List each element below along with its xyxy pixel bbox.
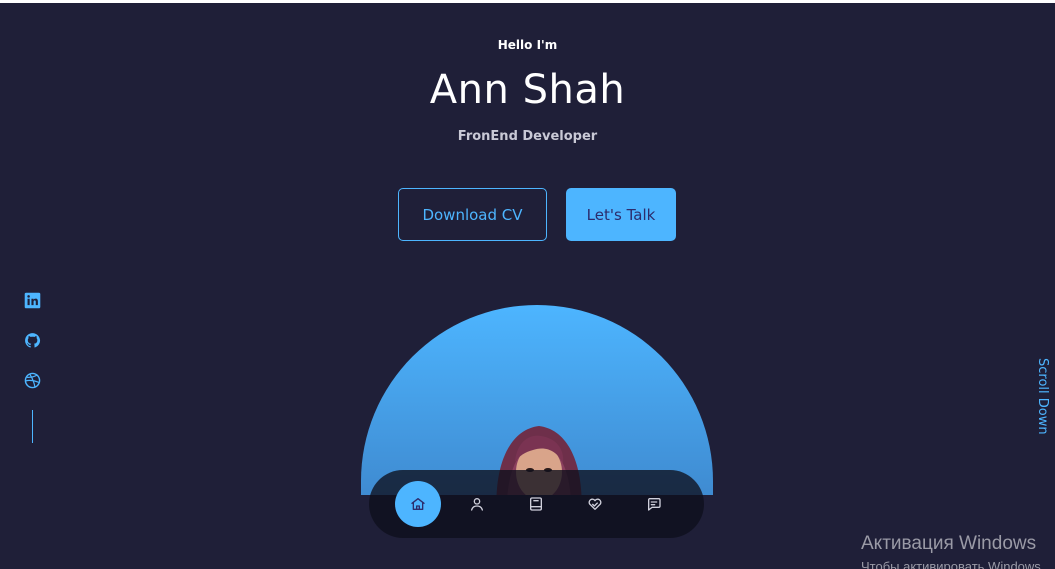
dribbble-icon[interactable] [24,372,41,389]
scroll-down-link[interactable]: Scroll Down [1035,358,1050,435]
nav-contact[interactable] [631,481,677,527]
watermark-subtitle: Чтобы активировать Windows [861,559,1041,569]
download-cv-button[interactable]: Download CV [398,188,547,241]
github-icon[interactable] [24,332,41,349]
linkedin-icon[interactable] [24,292,41,309]
message-icon [647,498,661,511]
greeting-text: Hello I'm [497,38,558,52]
portfolio-page: Hello I'm Ann Shah FronEnd Developer Dow… [0,3,1055,569]
nav-about[interactable] [454,481,500,527]
watermark-title: Активация Windows [861,533,1037,554]
lets-talk-button[interactable]: Let's Talk [566,188,676,241]
services-icon [588,498,602,510]
hero-role: FronEnd Developer [457,129,598,144]
windows-activation-watermark: Активация Windows Чтобы активировать Win… [861,533,1041,569]
user-icon [471,498,483,511]
nav-services[interactable] [572,481,618,527]
hero-name: Ann Shah [429,67,626,113]
social-links [24,292,42,443]
profile-image-frame [361,305,713,495]
book-icon [530,497,542,511]
nav-experience[interactable] [513,481,559,527]
social-divider-line [32,410,33,443]
bottom-nav [369,470,704,538]
home-icon [411,498,425,510]
nav-home[interactable] [395,481,441,527]
